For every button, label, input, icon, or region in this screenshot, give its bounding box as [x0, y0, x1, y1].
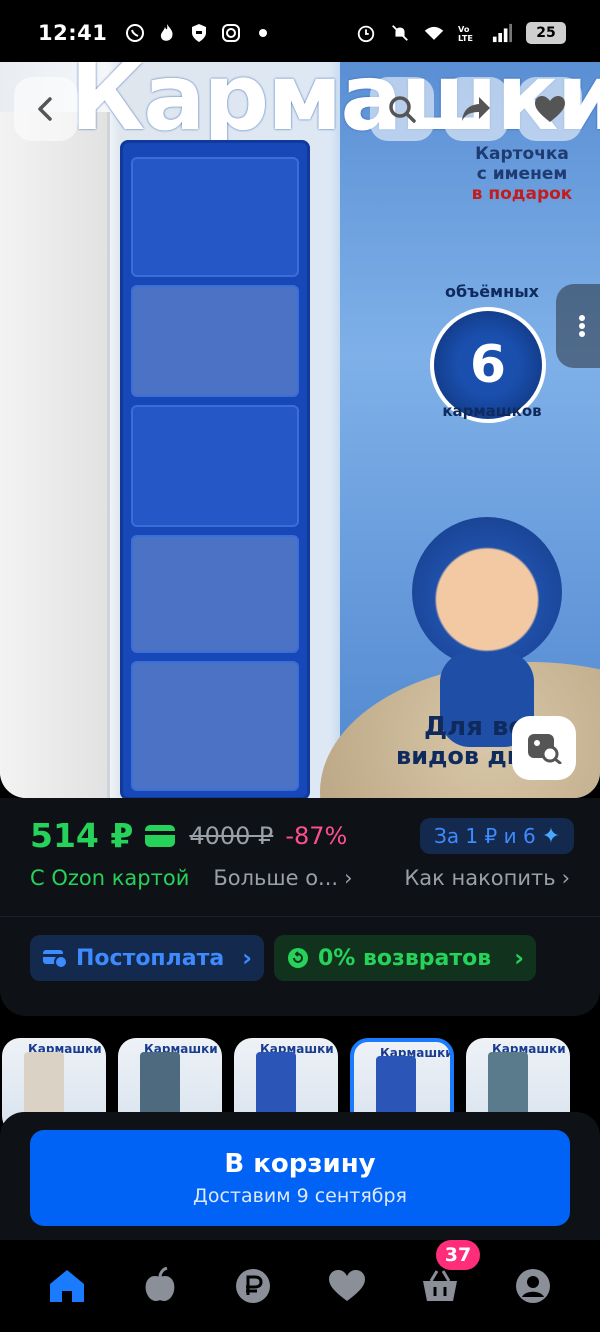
discount-percent: -87% [285, 821, 348, 850]
organizer-pocket [131, 157, 299, 277]
how-to-save-link[interactable]: Как накопить › [404, 866, 570, 890]
share-button[interactable] [444, 77, 508, 141]
fire-icon [157, 23, 177, 43]
returns-chip[interactable]: 0% возвратов › [274, 935, 536, 981]
ruble-icon [236, 1269, 271, 1303]
search-button[interactable] [370, 77, 434, 141]
shield-icon [189, 23, 209, 43]
nav-home[interactable] [39, 1258, 95, 1314]
system-icons: Vo LTE 25 [356, 22, 566, 44]
product-image[interactable]: Кармашки Карточка с именем в подарок объ… [0, 62, 600, 798]
share-arrow-icon [462, 97, 490, 121]
delivery-date: Доставим 9 сентября [193, 1185, 407, 1207]
svg-text:LTE: LTE [458, 33, 473, 43]
image-search-icon [528, 734, 562, 764]
chevron-right-icon: › [561, 866, 570, 890]
nav-fresh[interactable] [132, 1258, 188, 1314]
postpay-chip[interactable]: Постоплата › [30, 935, 264, 981]
return-arrow-icon [288, 948, 308, 968]
add-to-cart-area: В корзину Доставим 9 сентября [0, 1112, 600, 1240]
sparkle-icon: ✦ [541, 823, 561, 849]
bonus-badge[interactable]: За 1 ₽ и 6 ✦ [420, 818, 575, 854]
signal-icon [492, 23, 512, 43]
heart-icon [535, 96, 565, 122]
organizer-pocket [131, 535, 299, 653]
dot-icon [253, 23, 273, 43]
home-icon [49, 1270, 84, 1302]
postpay-label: Постоплата [76, 945, 225, 971]
fresh-icon [145, 1267, 175, 1301]
bottom-navigation: 37 [0, 1240, 600, 1332]
how-to-save-label: Как накопить [404, 866, 556, 890]
nav-finance[interactable] [225, 1258, 281, 1314]
hero-bottom-text-1: Для вс [424, 712, 524, 742]
image-thumbnails: Кармашки Кармашки Кармашки Кармашки Карм… [0, 1016, 600, 1134]
basket-icon [422, 1270, 457, 1301]
instagram-icon [221, 23, 241, 43]
nav-profile[interactable] [505, 1258, 561, 1314]
chevron-right-icon: › [344, 866, 353, 890]
organizer-pocket [131, 405, 299, 527]
chevron-right-icon: › [514, 944, 524, 972]
status-time: 12:41 [38, 21, 108, 45]
returns-label: 0% возвратов [318, 945, 492, 971]
search-icon [389, 96, 416, 123]
current-price: 514 ₽ [30, 816, 134, 855]
more-vertical-icon [579, 315, 585, 337]
more-info-link[interactable]: Больше о... › [213, 866, 352, 890]
status-bar: 12:41 Vo LTE 25 [0, 0, 600, 66]
wifi-icon [424, 23, 444, 43]
promo-chips: Постоплата › 0% возвратов › [0, 916, 600, 1016]
profile-icon [516, 1269, 551, 1303]
favorite-button[interactable] [518, 77, 582, 141]
ozon-card-icon [145, 824, 176, 847]
ozon-card-label: С Ozon картой [30, 866, 190, 890]
price-section: 514 ₽ 4000 ₽ -87% За 1 ₽ и 6 ✦ С Ozon ка… [0, 798, 600, 916]
caption-line: Карточка [475, 144, 569, 164]
hero-organizer [120, 140, 310, 798]
card-clock-icon [43, 950, 68, 969]
caption-line: с именем [476, 164, 568, 184]
volte-icon: Vo LTE [458, 23, 478, 43]
organizer-pocket [131, 285, 299, 397]
image-search-button[interactable] [512, 716, 576, 780]
add-to-cart-label: В корзину [224, 1149, 376, 1179]
add-to-cart-button[interactable]: В корзину Доставим 9 сентября [30, 1130, 570, 1226]
price-sub-row: С Ozon картой Больше о... › Как накопить › [30, 866, 570, 890]
old-price: 4000 ₽ [189, 821, 274, 850]
organizer-pocket [131, 661, 299, 791]
more-options-tab[interactable] [556, 284, 600, 368]
battery-indicator: 25 [526, 22, 566, 44]
price-row: 514 ₽ 4000 ₽ -87% [30, 816, 347, 855]
notification-icons [125, 23, 273, 43]
mute-icon [390, 23, 410, 43]
alarm-icon [356, 23, 376, 43]
back-button[interactable] [14, 77, 78, 141]
more-info-label: Больше о... [213, 866, 339, 890]
nav-cart[interactable]: 37 [412, 1240, 480, 1314]
chevron-right-icon: › [242, 944, 252, 972]
astronaut-helmet [412, 517, 562, 667]
whatsapp-icon [125, 23, 145, 43]
hero-bottom-text-2: видов дв [396, 742, 522, 770]
chevron-left-icon [38, 97, 52, 121]
hero-badge-top: объёмных [445, 282, 539, 301]
heart-icon [328, 1270, 365, 1301]
caption-line: в подарок [471, 184, 573, 204]
hero-card-caption: Карточка с именем в подарок [462, 144, 582, 204]
nav-favorites[interactable] [319, 1258, 375, 1314]
cart-count-badge: 37 [435, 1240, 480, 1270]
bonus-text: За 1 ₽ и 6 [434, 824, 536, 848]
hero-door [0, 112, 110, 798]
hero-badge-bottom: кармашков [442, 402, 542, 420]
